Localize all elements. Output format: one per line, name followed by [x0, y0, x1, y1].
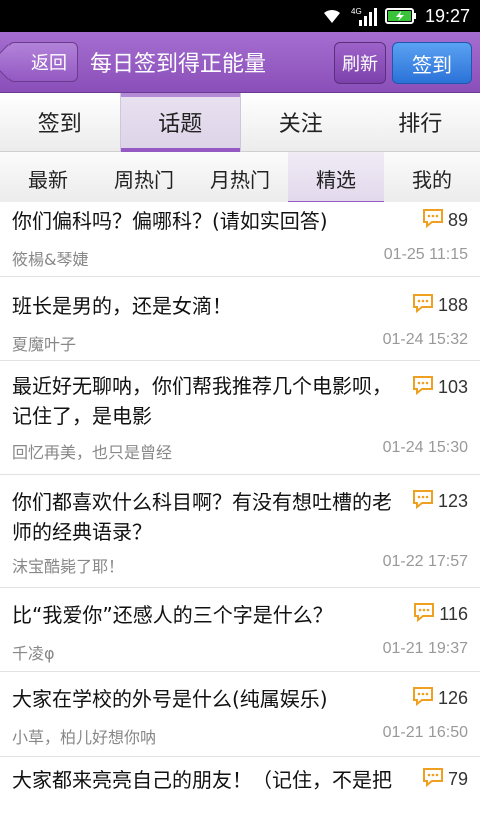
subtab-monthly-hot[interactable]: 月热门: [192, 152, 288, 204]
sub-tabs: 最新 周热门 月热门 精选 我的: [0, 152, 480, 205]
topic-list: 你们偏科吗？偏哪科？(请如实回答) 筱楊&琴婕 01-25 11:15 89 班…: [0, 202, 480, 817]
topic-date: 01-24 15:32: [383, 331, 468, 349]
topic-row[interactable]: 你们都喜欢什么科目啊？有没有想吐槽的老师的经典语录？ 沫宝酷毙了耶！ 01-22…: [0, 475, 480, 588]
topic-date: 01-24 15:30: [383, 439, 468, 457]
comment-icon: [422, 208, 444, 232]
topic-row[interactable]: 你们偏科吗？偏哪科？(请如实回答) 筱楊&琴婕 01-25 11:15 89: [0, 202, 480, 277]
comment-icon: [412, 686, 434, 710]
topic-author: 千凌φ: [12, 640, 55, 664]
tab-ranking[interactable]: 排行: [361, 93, 480, 151]
comment-count: 79: [422, 767, 468, 791]
comment-count-value: 89: [448, 210, 468, 231]
subtab-mine[interactable]: 我的: [384, 152, 480, 204]
battery-charging-icon: [385, 7, 417, 25]
comment-count-value: 126: [438, 688, 468, 709]
subtab-weekly-hot[interactable]: 周热门: [96, 152, 192, 204]
page-title: 每日签到得正能量: [90, 46, 266, 78]
topic-title: 你们都喜欢什么科目啊？有没有想吐槽的老师的经典语录？: [12, 487, 410, 547]
topic-date: 01-25 11:15: [384, 246, 468, 264]
subtab-featured[interactable]: 精选: [288, 152, 384, 204]
comment-count-value: 103: [438, 377, 468, 398]
main-tabs: 签到 话题 关注 排行: [0, 93, 480, 152]
signin-button[interactable]: 签到: [392, 42, 472, 84]
refresh-button[interactable]: 刷新: [334, 42, 386, 84]
topic-title: 大家在学校的外号是什么(纯属娱乐): [12, 684, 410, 714]
topic-title: 最近好无聊呐，你们帮我推荐几个电影呗，记住了，是电影: [12, 371, 410, 431]
topic-author: 筱楊&琴婕: [12, 246, 88, 270]
topic-row[interactable]: 班长是男的，还是女滴！ 夏魔叶子 01-24 15:32 188: [0, 277, 480, 361]
title-bar: 返回 每日签到得正能量 刷新 签到: [0, 32, 480, 93]
topic-title: 比“我爱你”还感人的三个字是什么？: [12, 600, 410, 630]
svg-text:4G: 4G: [351, 7, 362, 16]
comment-icon: [412, 489, 434, 513]
topic-title: 你们偏科吗？偏哪科？(请如实回答): [12, 206, 410, 236]
topic-row[interactable]: 大家在学校的外号是什么(纯属娱乐) 小草，柏儿好想你呐 01-21 16:50 …: [0, 672, 480, 757]
comment-count-value: 123: [438, 491, 468, 512]
comment-icon: [412, 293, 434, 317]
wifi-icon: [321, 7, 343, 25]
topic-author: 小草，柏儿好想你呐: [12, 724, 156, 748]
topic-author: 夏魔叶子: [12, 331, 76, 355]
comment-count: 116: [413, 602, 468, 626]
back-button[interactable]: 返回: [8, 42, 78, 82]
comment-count: 89: [422, 208, 468, 232]
topic-author: 回忆再美，也只是曾经: [12, 439, 172, 463]
topic-row[interactable]: 大家都来亮亮自己的朋友！（记住，不是把 79: [0, 757, 480, 817]
tab-follow[interactable]: 关注: [241, 93, 361, 151]
topic-row[interactable]: 最近好无聊呐，你们帮我推荐几个电影呗，记住了，是电影 回忆再美，也只是曾经 01…: [0, 361, 480, 475]
topic-title: 大家都来亮亮自己的朋友！（记住，不是把: [12, 765, 420, 795]
clock: 19:27: [425, 6, 470, 27]
comment-count: 188: [412, 293, 468, 317]
back-button-label: 返回: [31, 49, 67, 75]
comment-count: 103: [412, 375, 468, 399]
comment-count-value: 79: [448, 769, 468, 790]
comment-count-value: 116: [439, 604, 468, 625]
signal-icon: 4G: [351, 6, 377, 26]
comment-icon: [422, 767, 444, 791]
topic-date: 01-22 17:57: [383, 553, 468, 571]
tab-signin[interactable]: 签到: [0, 93, 120, 151]
tab-topics[interactable]: 话题: [120, 93, 242, 151]
comment-icon: [412, 375, 434, 399]
topic-author: 沫宝酷毙了耶！: [12, 553, 124, 577]
topic-date: 01-21 19:37: [383, 640, 468, 658]
comment-count-value: 188: [438, 295, 468, 316]
comment-count: 126: [412, 686, 468, 710]
subtab-latest[interactable]: 最新: [0, 152, 96, 204]
topic-date: 01-21 16:50: [383, 724, 468, 742]
comment-count: 123: [412, 489, 468, 513]
topic-title: 班长是男的，还是女滴！: [12, 291, 410, 321]
topic-row[interactable]: 比“我爱你”还感人的三个字是什么？ 千凌φ 01-21 19:37 116: [0, 588, 480, 672]
comment-icon: [413, 602, 435, 626]
status-bar: 4G 19:27: [0, 0, 480, 32]
